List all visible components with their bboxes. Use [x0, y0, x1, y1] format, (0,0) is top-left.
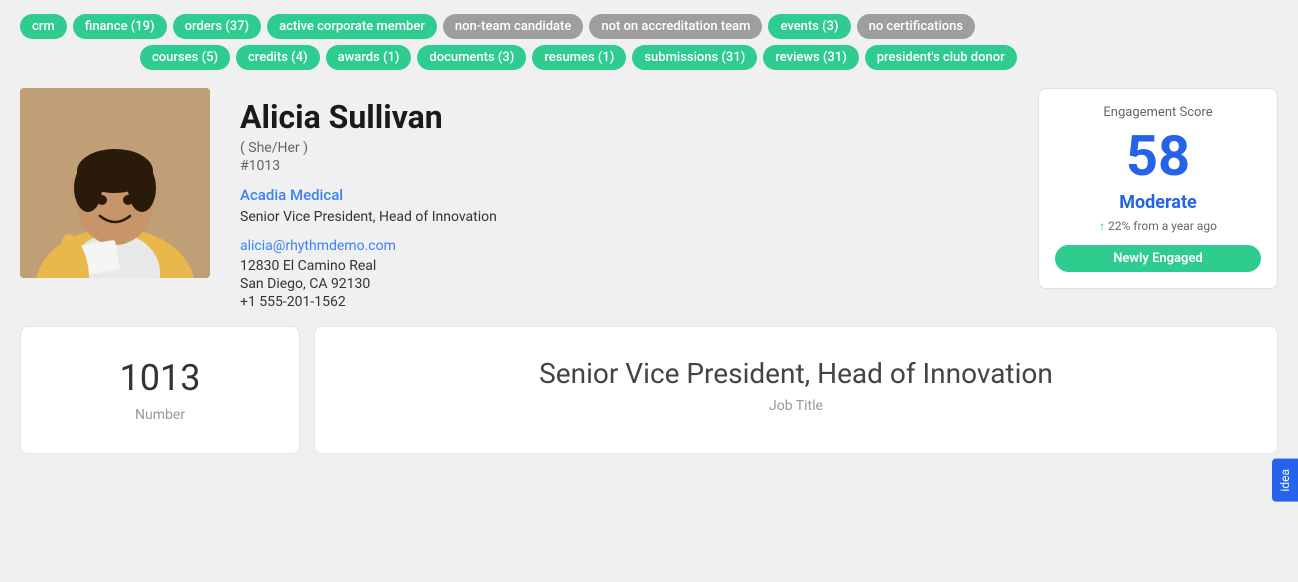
tag-reviews--31-[interactable]: reviews (31) — [763, 45, 858, 70]
tag-courses--5-[interactable]: courses (5) — [140, 45, 230, 70]
profile-address2: San Diego, CA 92130 — [240, 276, 1008, 292]
engagement-score-title: Engagement Score — [1055, 105, 1261, 120]
profile-name: Alicia Sullivan — [240, 98, 1008, 136]
stat-number-label: Number — [41, 407, 279, 423]
profile-company[interactable]: Acadia Medical — [240, 186, 1008, 204]
tag-submissions--31-[interactable]: submissions (31) — [632, 45, 757, 70]
tag-orders--37-[interactable]: orders (37) — [173, 14, 261, 39]
tags-area: crmfinance (19)orders (37)active corpora… — [0, 0, 1298, 78]
stat-number-value: 1013 — [41, 357, 279, 399]
engagement-change-text: 22% from a year ago — [1108, 219, 1217, 233]
arrow-up-icon: ↑ — [1099, 219, 1105, 233]
profile-pronouns: ( She/Her ) — [240, 140, 1008, 156]
tag-events--3-[interactable]: events (3) — [768, 14, 850, 39]
stats-area: 1013 Number Senior Vice President, Head … — [0, 326, 1298, 474]
tag-crm[interactable]: crm — [20, 14, 67, 39]
idea-tab[interactable]: idea — [1272, 459, 1298, 502]
profile-address1: 12830 El Camino Real — [240, 258, 1008, 274]
stat-card-jobtitle: Senior Vice President, Head of Innovatio… — [314, 326, 1278, 454]
tag-resumes--1-[interactable]: resumes (1) — [532, 45, 626, 70]
tag-documents--3-[interactable]: documents (3) — [417, 45, 526, 70]
profile-title: Senior Vice President, Head of Innovatio… — [240, 208, 1008, 228]
tag-no-certifications[interactable]: no certifications — [857, 14, 976, 39]
tag-finance--19-[interactable]: finance (19) — [73, 14, 167, 39]
tag-president-s-club-donor[interactable]: president's club donor — [865, 45, 1017, 70]
profile-id: #1013 — [240, 158, 1008, 174]
tag-not-on-accreditation-team[interactable]: not on accreditation team — [589, 14, 762, 39]
tag-awards--1-[interactable]: awards (1) — [326, 45, 412, 70]
engagement-card: Engagement Score 58 Moderate ↑ 22% from … — [1038, 88, 1278, 289]
tag-credits--4-[interactable]: credits (4) — [236, 45, 320, 70]
engagement-score-value: 58 — [1055, 128, 1261, 184]
tag-active-corporate-member[interactable]: active corporate member — [267, 14, 437, 39]
profile-email[interactable]: alicia@rhythmdemo.com — [240, 238, 1008, 254]
stat-card-number: 1013 Number — [20, 326, 300, 454]
profile-phone: +1 555-201-1562 — [240, 294, 1008, 310]
profile-photo — [20, 88, 210, 278]
stat-jobtitle-label: Job Title — [335, 398, 1257, 414]
engagement-change: ↑ 22% from a year ago — [1055, 219, 1261, 233]
stat-jobtitle-value: Senior Vice President, Head of Innovatio… — [335, 357, 1257, 390]
profile-info: Alicia Sullivan ( She/Her ) #1013 Acadia… — [240, 88, 1008, 310]
engagement-level: Moderate — [1055, 192, 1261, 213]
tag-non-team-candidate[interactable]: non-team candidate — [443, 14, 583, 39]
engagement-badge: Newly Engaged — [1055, 245, 1261, 272]
profile-area: Alicia Sullivan ( She/Her ) #1013 Acadia… — [0, 78, 1298, 326]
